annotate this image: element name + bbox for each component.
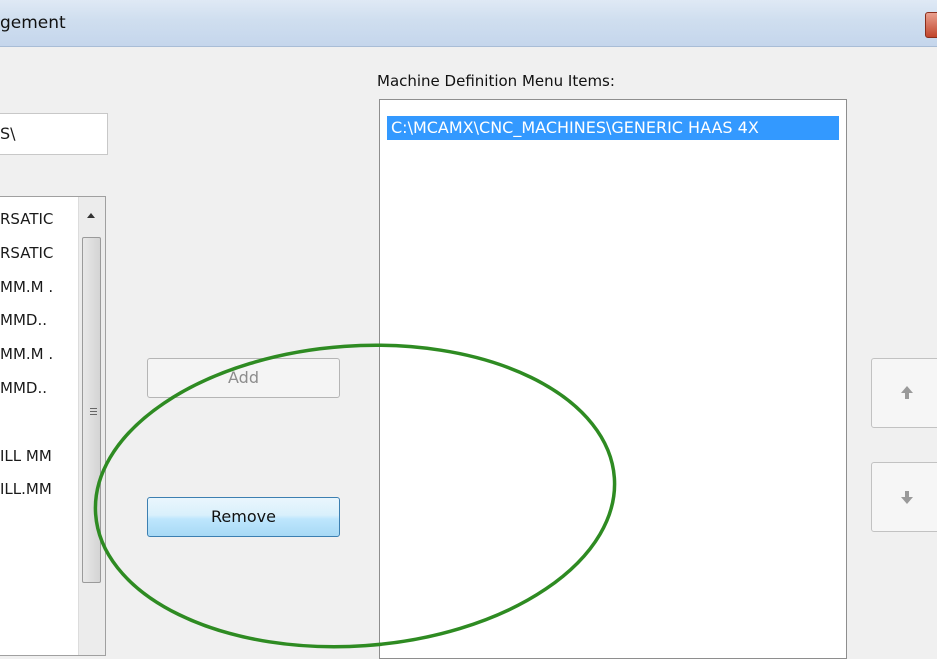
grip-line	[90, 414, 97, 415]
list-item[interactable]	[0, 411, 80, 433]
folder-path-field[interactable]: S\	[0, 113, 108, 155]
list-item[interactable]: ..MMD	[0, 377, 80, 399]
grip-line	[90, 411, 97, 412]
menu-items-list[interactable]: C:\MCAMX\CNC_MACHINES\GENERIC HAAS 4X	[379, 99, 847, 659]
list-item[interactable]: ILL MM	[0, 445, 80, 467]
scroll-thumb[interactable]	[82, 237, 101, 583]
list-item[interactable]: . MM.M	[0, 343, 80, 365]
move-down-button[interactable]	[871, 462, 937, 532]
arrow-down-icon	[901, 491, 913, 504]
window-title: gement	[0, 13, 66, 33]
add-button[interactable]: Add	[147, 358, 340, 398]
list-item[interactable]: . MM.M	[0, 276, 80, 298]
vertical-scrollbar[interactable]	[78, 197, 105, 655]
list-item-selected[interactable]: C:\MCAMX\CNC_MACHINES\GENERIC HAAS 4X	[387, 116, 839, 140]
list-item[interactable]: ..MMD	[0, 309, 80, 331]
menu-items-label: Machine Definition Menu Items:	[377, 72, 615, 90]
scroll-up-icon[interactable]	[87, 213, 95, 218]
list-item[interactable]: RSATIC	[0, 242, 80, 264]
title-bar: gement	[0, 0, 937, 47]
list-item[interactable]: RSATIC	[0, 208, 80, 230]
grip-line	[90, 408, 97, 409]
move-up-button[interactable]	[871, 358, 937, 428]
arrow-up-icon	[901, 386, 913, 399]
close-icon[interactable]	[925, 12, 937, 38]
list-item[interactable]: ILL.MM	[0, 478, 80, 500]
remove-button[interactable]: Remove	[147, 497, 340, 537]
machine-file-list[interactable]: RSATIC RSATIC . MM.M ..MMD . MM.M ..MMD …	[0, 196, 106, 656]
